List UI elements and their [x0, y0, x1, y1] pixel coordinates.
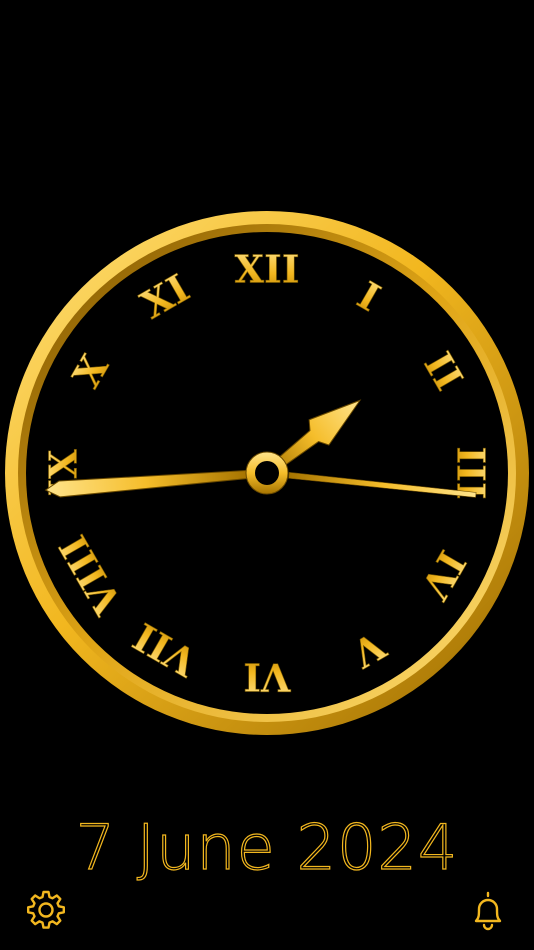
- center-pin-hole: [255, 461, 279, 485]
- alarm-button[interactable]: [466, 888, 510, 932]
- analog-clock: XIIIIIIIIIVVVIVIIVIIIIXXXI: [5, 211, 529, 735]
- date-label: 7 June 2024: [75, 810, 459, 884]
- gear-icon: [27, 890, 65, 929]
- clock-app-screen: XII I II III IV V VI VII VIII IX X XI 7 June 2024: [0, 0, 534, 950]
- numeral-xii: XII: [234, 247, 299, 292]
- settings-button[interactable]: [24, 888, 68, 932]
- bell-icon: [474, 891, 502, 931]
- numeral-vi: VI: [243, 655, 291, 700]
